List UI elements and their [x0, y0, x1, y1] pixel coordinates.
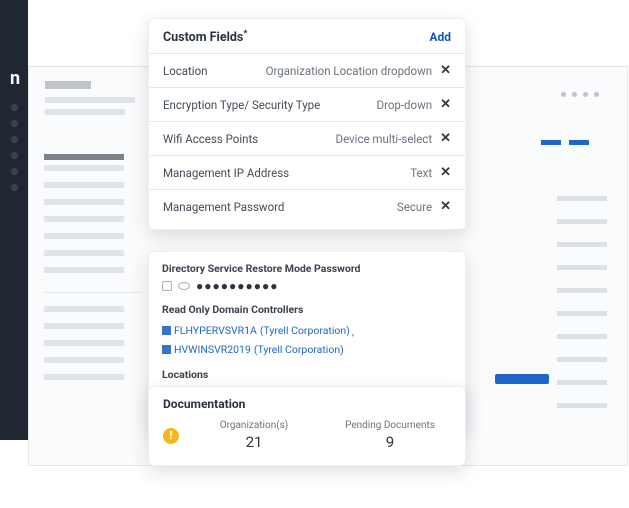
stat-label: Pending Documents: [329, 420, 451, 431]
stat: Pending Documents 9: [329, 420, 451, 451]
nav-dot[interactable]: [11, 168, 18, 175]
custom-fields-card: Custom Fields* Add Location Organization…: [148, 18, 466, 230]
remove-icon[interactable]: ✕: [440, 199, 451, 214]
password-label: Directory Service Restore Mode Password: [162, 262, 452, 275]
app-sidebar: [0, 0, 28, 440]
remove-icon[interactable]: ✕: [440, 131, 451, 146]
field-label: Management Password: [163, 200, 284, 214]
field-row: Management IP Address Text ✕: [149, 155, 465, 189]
locations-label: Locations: [162, 368, 452, 381]
skeleton: [45, 109, 125, 115]
nav-dot[interactable]: [11, 120, 18, 127]
nav-dot[interactable]: [11, 184, 18, 191]
skeleton: [45, 81, 91, 89]
stat: Organization(s) 21: [193, 420, 315, 451]
remove-icon[interactable]: ✕: [440, 97, 451, 112]
field-type: Organization Location dropdown: [266, 64, 433, 78]
copy-icon[interactable]: [162, 281, 172, 291]
remove-icon[interactable]: ✕: [440, 63, 451, 78]
skeleton: [45, 97, 135, 103]
field-row: Location Organization Location dropdown ✕: [149, 53, 465, 87]
field-label: Management IP Address: [163, 166, 289, 180]
password-mask: ●●●●●●●●●●: [196, 279, 278, 293]
field-row: Encryption Type/ Security Type Drop-down…: [149, 87, 465, 121]
custom-fields-title: Custom Fields*: [163, 29, 247, 45]
field-label: Encryption Type/ Security Type: [163, 98, 320, 112]
nav-dot[interactable]: [11, 152, 18, 159]
field-label: Location: [163, 64, 208, 78]
stat-value: 9: [329, 433, 451, 451]
server-icon: [162, 326, 171, 335]
nav-dot[interactable]: [11, 136, 18, 143]
field-row: Management Password Secure ✕: [149, 189, 465, 223]
add-button[interactable]: Add: [429, 30, 451, 44]
skeleton-button: [495, 374, 549, 384]
field-row: Wifi Access Points Device multi-select ✕: [149, 121, 465, 155]
field-type: Device multi-select: [336, 132, 433, 146]
documentation-title: Documentation: [163, 397, 451, 411]
skeleton: [541, 140, 589, 145]
stat-label: Organization(s): [193, 420, 315, 431]
controller-link[interactable]: FLHYPERVSVR1A (Tyrell Corporation): [162, 324, 350, 337]
field-type: Secure: [397, 200, 432, 214]
overflow-menu[interactable]: [561, 92, 599, 97]
eye-icon[interactable]: [178, 282, 190, 290]
skeleton: [557, 196, 607, 408]
field-type: Drop-down: [377, 98, 433, 112]
brand-logo: n: [10, 68, 20, 89]
skeleton-sidebar-list: [44, 154, 136, 386]
field-type: Text: [410, 166, 432, 180]
controllers-label: Read Only Domain Controllers: [162, 303, 452, 316]
field-label: Wifi Access Points: [163, 132, 258, 146]
warning-icon: !: [163, 428, 179, 444]
documentation-card: Documentation ! Organization(s) 21 Pendi…: [148, 386, 466, 466]
stat-value: 21: [193, 433, 315, 451]
controller-link[interactable]: HVWINSVR2019 (Tyrell Corporation): [162, 343, 344, 356]
server-icon: [162, 345, 171, 354]
remove-icon[interactable]: ✕: [440, 165, 451, 180]
nav-dot[interactable]: [11, 104, 18, 111]
